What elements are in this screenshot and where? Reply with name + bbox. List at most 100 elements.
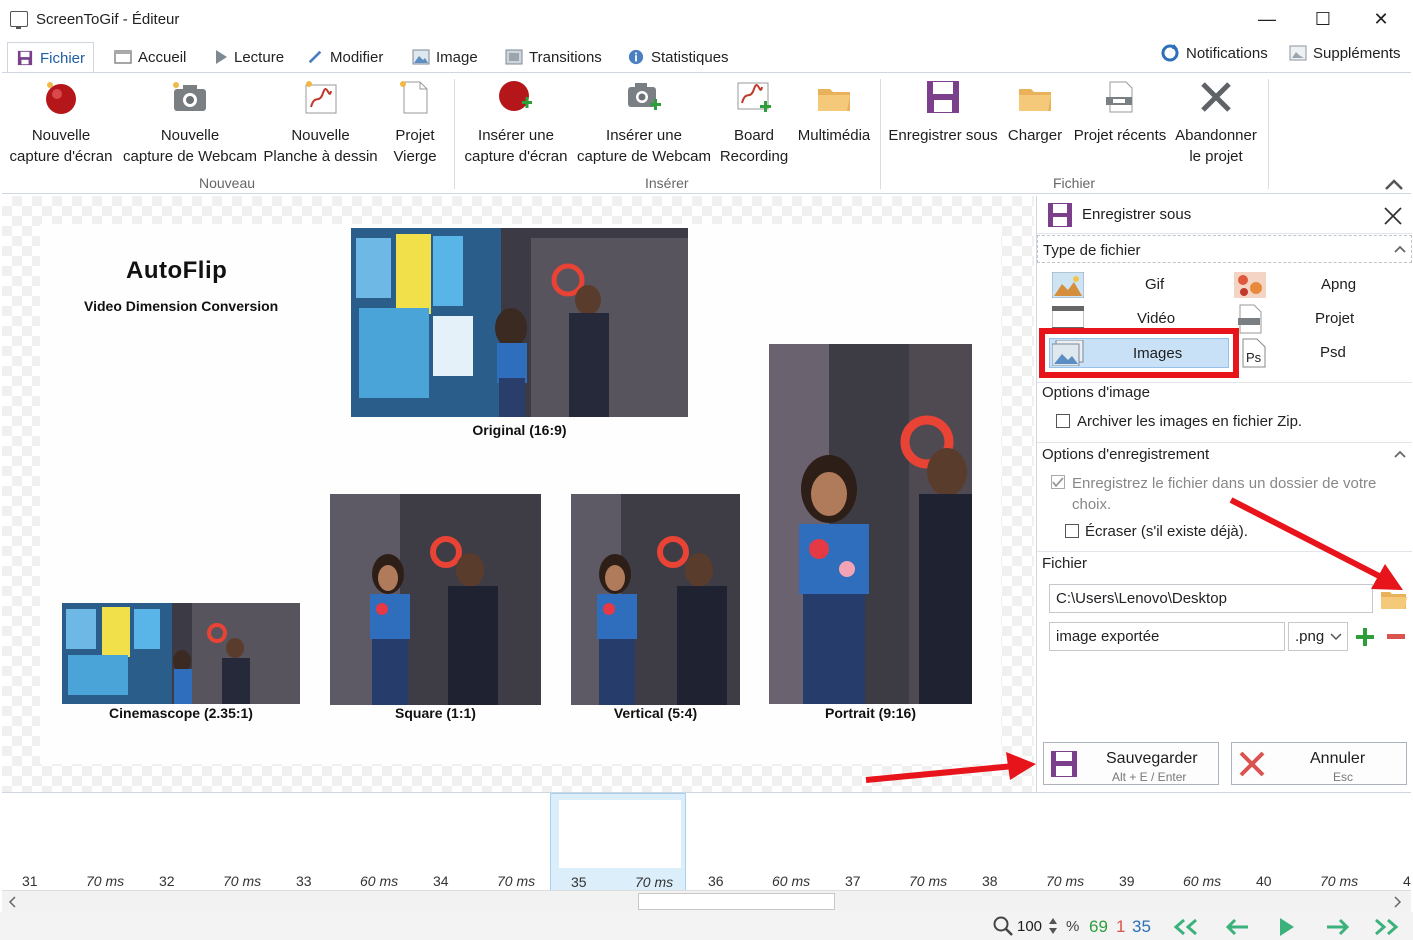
save-folder-option-label-cont: choix.	[1072, 496, 1112, 513]
zoom-stepper-icon[interactable]	[1048, 917, 1058, 935]
cancel-button[interactable]: Annuler Esc	[1231, 742, 1407, 785]
zoom-value[interactable]: 100	[1017, 918, 1042, 935]
frame-number: 40	[1256, 873, 1272, 889]
file-type-section-header[interactable]: Type de fichier	[1037, 235, 1412, 263]
board-recording-button[interactable]: Board Recording	[716, 79, 792, 167]
timeline-frame[interactable]: 36 60 ms	[688, 793, 824, 891]
insert-webcam-capture-button[interactable]: Insérer une capture de Webcam	[572, 79, 716, 167]
caption-original: Original (16:9)	[472, 422, 567, 438]
close-panel-icon[interactable]	[1383, 206, 1403, 226]
tab-fichier[interactable]: Fichier	[7, 42, 95, 73]
chevron-up-icon[interactable]	[1394, 245, 1406, 253]
save-icon	[1048, 203, 1072, 227]
tab-image[interactable]: Image	[404, 42, 486, 72]
frame-delay: 70 ms	[635, 874, 674, 890]
new-board-button[interactable]: Nouvelle Planche à dessin	[262, 79, 379, 167]
filetype-apng[interactable]: Apng	[1231, 270, 1411, 300]
scroll-right-icon[interactable]	[1390, 895, 1404, 909]
board-add-icon	[736, 79, 772, 115]
frame-thumbnail	[970, 799, 1092, 867]
button-label: Insérer une	[478, 127, 554, 144]
timeline-scrollbar[interactable]	[2, 890, 1411, 912]
load-button[interactable]: Charger	[1002, 79, 1068, 146]
timeline-frame[interactable]: 4	[1373, 793, 1411, 891]
play-icon[interactable]	[1278, 917, 1296, 937]
ribbon-separator	[1268, 79, 1269, 189]
save-button[interactable]: Sauvegarder Alt + E / Enter	[1043, 742, 1219, 785]
save-folder-checkbox[interactable]	[1051, 475, 1065, 489]
photo-cinemascope	[62, 603, 300, 704]
notifications-button[interactable]: Notifications	[1152, 38, 1276, 68]
timeline-frame[interactable]: 39 60 ms	[1099, 793, 1235, 891]
filename-input[interactable]: image exportée	[1049, 622, 1285, 651]
info-icon	[628, 49, 644, 65]
tab-statistiques[interactable]: Statistiques	[619, 42, 737, 72]
frame-number: 38	[982, 873, 998, 889]
status-bar: 100 % 69 1 35	[0, 912, 1413, 940]
photo-square	[330, 494, 541, 705]
extras-button[interactable]: Suppléments	[1281, 38, 1409, 68]
chevron-up-icon[interactable]	[1394, 450, 1406, 458]
last-frame-icon[interactable]	[1370, 918, 1402, 936]
first-frame-icon[interactable]	[1170, 918, 1202, 936]
timeline-frame[interactable]: 32 70 ms	[139, 793, 275, 891]
frame-delay: 60 ms	[772, 873, 811, 889]
button-label: Vierge	[393, 148, 437, 165]
recent-projects-button[interactable]: Projet récents	[1070, 79, 1170, 146]
tab-label: Image	[436, 48, 478, 66]
timeline-frame[interactable]: 37 70 ms	[825, 793, 961, 891]
timeline-frame[interactable]: 40 70 ms	[1236, 793, 1372, 891]
timeline-frame[interactable]: 38 70 ms	[962, 793, 1098, 891]
tab-lecture[interactable]: Lecture	[206, 42, 292, 72]
ribbon: Nouvelle capture d'écran Nouvelle captur…	[2, 72, 1411, 194]
filetype-psd[interactable]: Ps Psd	[1231, 338, 1411, 368]
overwrite-checkbox[interactable]	[1065, 524, 1079, 538]
timeline-frame[interactable]: 34 70 ms	[413, 793, 549, 891]
panel-title: Enregistrer sous	[1082, 206, 1192, 223]
new-screen-capture-button[interactable]: Nouvelle capture d'écran	[5, 79, 117, 167]
timeline-frame[interactable]: 31 70 ms	[2, 793, 138, 891]
next-frame-icon[interactable]	[1325, 918, 1351, 936]
previous-frame-icon[interactable]	[1224, 918, 1250, 936]
button-label: capture de Webcam	[123, 148, 257, 165]
project-document-icon	[1238, 304, 1262, 334]
add-plus-icon[interactable]	[1356, 628, 1374, 646]
insert-screen-capture-button[interactable]: Insérer une capture d'écran	[460, 79, 572, 167]
discard-project-button[interactable]: Abandonner le projet	[1170, 79, 1262, 167]
cancel-button-label: Annuler	[1310, 750, 1366, 767]
extension-select[interactable]: .png	[1288, 622, 1348, 651]
media-button[interactable]: Multimédia	[792, 79, 876, 146]
collapse-ribbon-chevron-up-icon[interactable]	[1384, 177, 1404, 191]
button-label: Charger	[1007, 127, 1063, 144]
maximize-button[interactable]: ☐	[1294, 0, 1352, 38]
button-label: capture d'écran	[9, 148, 113, 165]
tab-modifier[interactable]: Modifier	[298, 42, 391, 72]
new-webcam-capture-button[interactable]: Nouvelle capture de Webcam	[118, 79, 262, 167]
close-button[interactable]: ✕	[1352, 0, 1410, 38]
blank-page-icon	[397, 79, 433, 115]
save-button-label: Sauvegarder	[1106, 750, 1198, 767]
cancel-shortcut: Esc	[1333, 770, 1354, 784]
blank-project-button[interactable]: Projet Vierge	[380, 79, 450, 167]
file-label: Fichier	[1042, 555, 1088, 572]
checkmark-icon	[1052, 477, 1064, 488]
annotation-arrow-folder	[1229, 497, 1403, 590]
filetype-project[interactable]: Projet	[1231, 304, 1411, 334]
scrollbar-thumb[interactable]	[638, 893, 835, 910]
frame-delay: 60 ms	[1183, 873, 1222, 889]
zip-checkbox[interactable]	[1056, 414, 1070, 428]
cancel-x-icon	[1239, 751, 1265, 777]
chevron-down-icon	[1330, 633, 1342, 641]
timeline-frame-selected[interactable]: 35 70 ms	[550, 793, 686, 891]
save-options-label: Options d'enregistrement	[1042, 446, 1210, 463]
save-as-button[interactable]: Enregistrer sous	[885, 79, 1001, 146]
filetype-gif[interactable]: Gif	[1049, 270, 1229, 300]
scroll-left-icon[interactable]	[6, 895, 20, 909]
timeline-frame[interactable]: 33 60 ms	[276, 793, 412, 891]
minimize-button[interactable]: —	[1238, 0, 1296, 38]
ribbon-separator	[454, 79, 455, 189]
tab-accueil[interactable]: Accueil	[106, 42, 194, 72]
tab-transitions[interactable]: Transitions	[497, 42, 610, 72]
remove-minus-icon[interactable]	[1387, 634, 1405, 640]
annotation-highlight-images	[1039, 328, 1239, 378]
